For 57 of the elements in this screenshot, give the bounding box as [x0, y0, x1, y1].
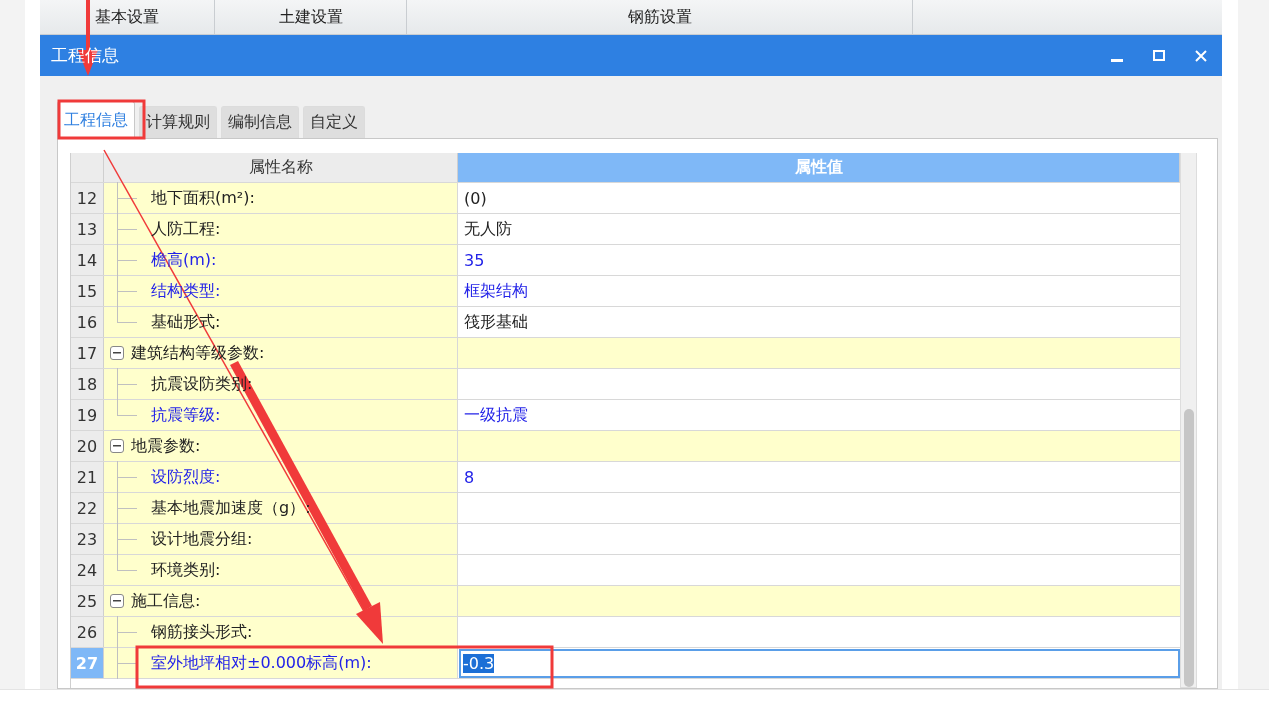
collapse-toggle[interactable] — [110, 594, 124, 608]
column-header: 属性值 — [458, 153, 1180, 182]
property-value: 35 — [464, 250, 485, 270]
row-number: 22 — [71, 493, 104, 523]
row-number: 19 — [71, 400, 104, 430]
property-label: 抗震等级: — [151, 404, 221, 426]
maximize-icon — [1153, 50, 1165, 61]
row-number: 12 — [71, 183, 104, 213]
row-number: 25 — [71, 586, 104, 616]
property-value: 筏形基础 — [464, 311, 528, 333]
property-label: 基本地震加速度（g）: — [151, 497, 311, 519]
row-number: 18 — [71, 369, 104, 399]
row-number: 20 — [71, 431, 104, 461]
property-label: 人防工程: — [151, 218, 221, 240]
property-label: 设防烈度: — [151, 466, 221, 488]
minimize-icon — [1111, 58, 1123, 62]
property-label: 钢筋接头形式: — [151, 621, 253, 643]
row-number: 23 — [71, 524, 104, 554]
property-label: 环境类别: — [151, 559, 221, 581]
property-value: 一级抗震 — [464, 404, 528, 426]
tab[interactable]: 编制信息 — [221, 106, 299, 138]
property-label: 地下面积(m²): — [151, 187, 255, 209]
tab[interactable]: 计算规则 — [139, 106, 217, 138]
row-number: 14 — [71, 245, 104, 275]
top-tab[interactable]: 钢筋设置 — [407, 0, 913, 34]
column-header: 属性名称 — [104, 153, 458, 182]
input-field[interactable]: -0.3 — [459, 648, 1180, 678]
property-value: 框架结构 — [464, 280, 528, 302]
property-label: 结构类型: — [151, 280, 221, 302]
row-number: 17 — [71, 338, 104, 368]
close-icon — [1195, 49, 1207, 62]
property-label: 抗震设防类别: — [151, 373, 253, 395]
row-number: 15 — [71, 276, 104, 306]
top-tab[interactable]: 土建设置 — [215, 0, 407, 34]
collapse-toggle[interactable] — [110, 346, 124, 360]
row-number: 16 — [71, 307, 104, 337]
row-number: 26 — [71, 617, 104, 647]
row-number: 24 — [71, 555, 104, 585]
property-label: 基础形式: — [151, 311, 221, 333]
property-value: 8 — [464, 467, 475, 487]
property-label: 设计地震分组: — [151, 528, 253, 550]
row-number: 27 — [71, 648, 104, 678]
group-label: 施工信息: — [131, 590, 201, 612]
tab[interactable]: 自定义 — [303, 106, 365, 138]
property-label: 檐高(m): — [151, 249, 217, 271]
row-number: 13 — [71, 214, 104, 244]
scrollbar-thumb[interactable] — [1183, 409, 1194, 687]
collapse-toggle[interactable] — [110, 439, 124, 453]
scrollbar[interactable] — [1180, 153, 1197, 688]
group-label: 地震参数: — [131, 435, 201, 457]
property-value: (0) — [464, 188, 487, 208]
row-number: 21 — [71, 462, 104, 492]
minus-icon — [113, 349, 121, 357]
property-value: 无人防 — [464, 218, 512, 240]
property-label: 室外地坪相对±0.000标高(m): — [151, 652, 372, 674]
minus-icon — [113, 442, 121, 450]
minus-icon — [113, 597, 121, 605]
